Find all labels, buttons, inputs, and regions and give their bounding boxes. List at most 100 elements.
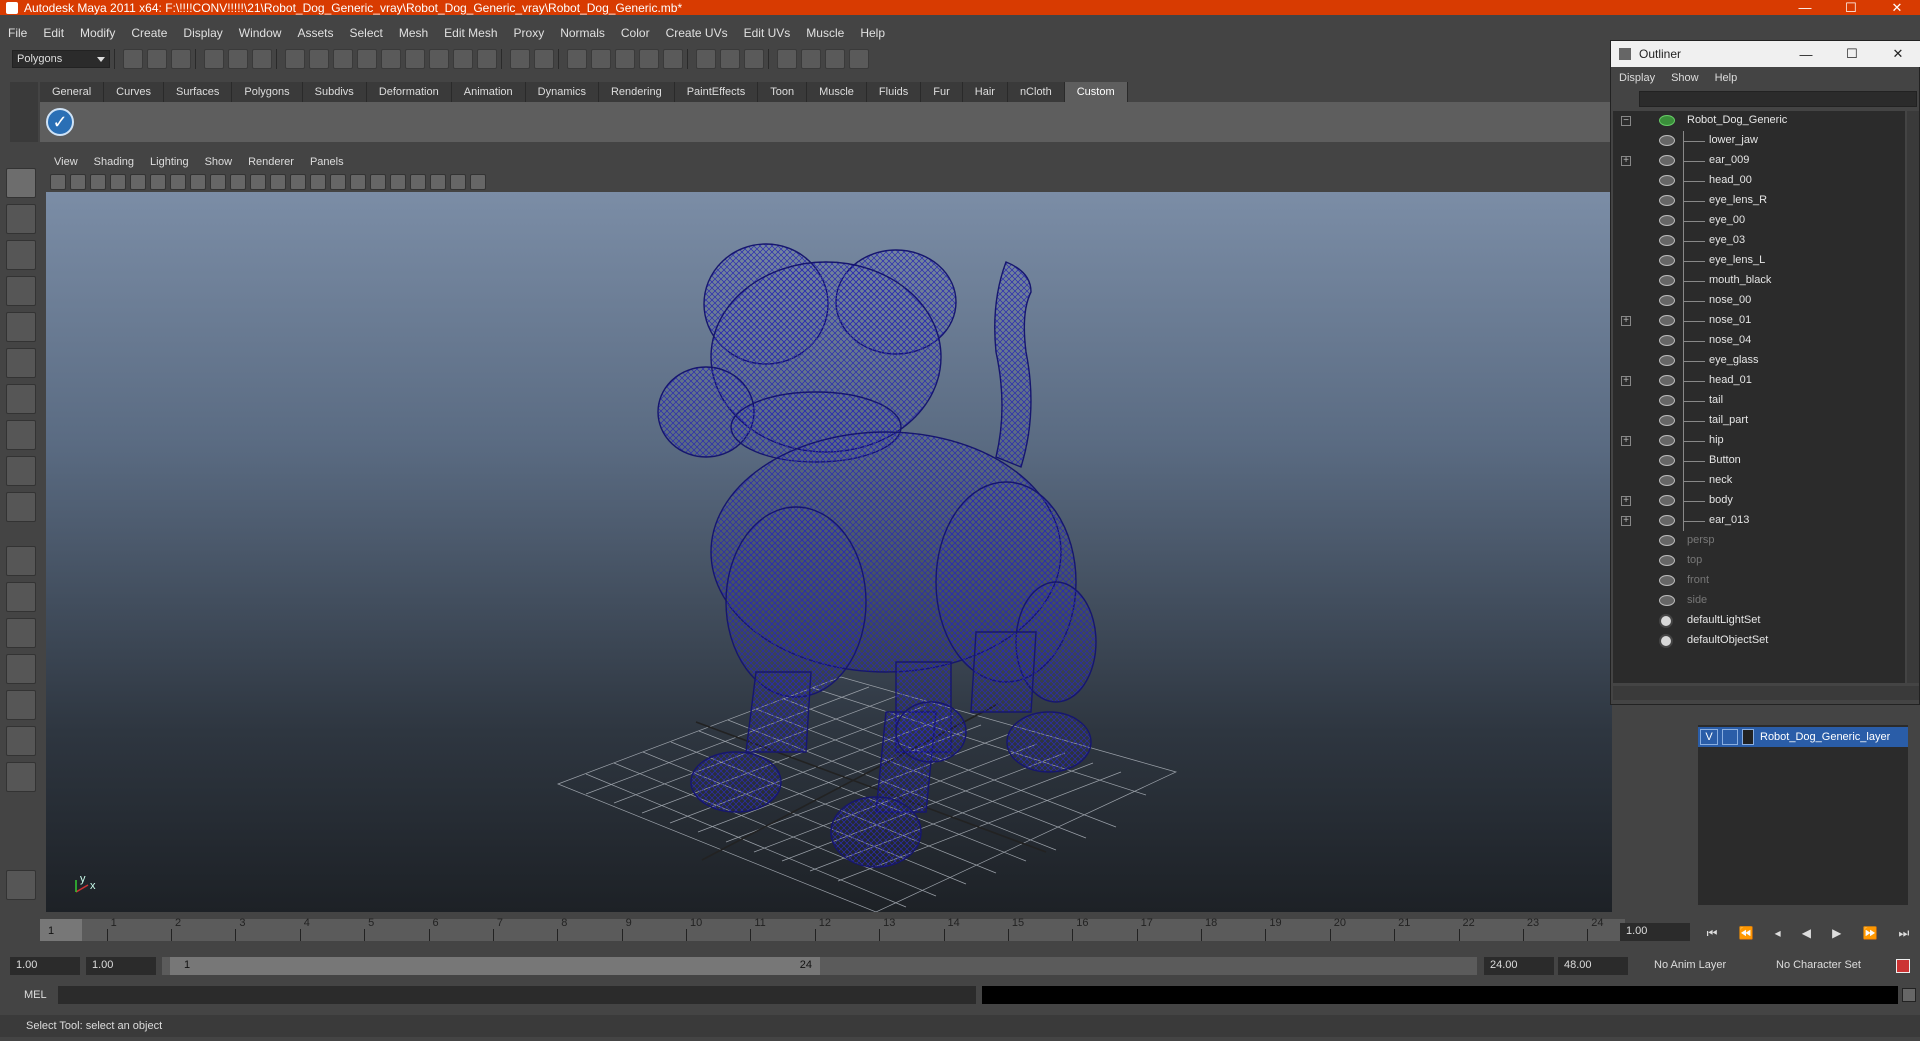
menu-modify[interactable]: Modify: [72, 26, 123, 40]
expand-icon[interactable]: +: [1621, 376, 1631, 386]
mask-handles-icon[interactable]: [285, 49, 305, 69]
layout-options-icon[interactable]: [6, 762, 36, 792]
shelf-menu-button[interactable]: [10, 82, 38, 142]
viewport-menu-panels[interactable]: Panels: [302, 156, 352, 168]
tab-animation[interactable]: Animation: [451, 82, 526, 102]
outliner-item[interactable]: head_00: [1613, 171, 1905, 191]
outliner-item[interactable]: tail: [1613, 391, 1905, 411]
render-view-icon[interactable]: [777, 49, 797, 69]
menu-window[interactable]: Window: [231, 26, 290, 40]
snap-point-icon[interactable]: [615, 49, 635, 69]
go-to-end-icon[interactable]: ⏭: [1899, 926, 1910, 941]
new-scene-icon[interactable]: [123, 49, 143, 69]
menu-create-uvs[interactable]: Create UVs: [658, 26, 736, 40]
current-time-field[interactable]: 1.00: [1620, 923, 1690, 941]
layer-visibility-toggle[interactable]: V: [1700, 729, 1718, 745]
menu-muscle[interactable]: Muscle: [798, 26, 852, 40]
input-output-icon[interactable]: [720, 49, 740, 69]
history-icon[interactable]: [696, 49, 716, 69]
make-live-icon[interactable]: [663, 49, 683, 69]
isolate-select-icon[interactable]: [410, 174, 426, 190]
ipr-render-icon[interactable]: [825, 49, 845, 69]
outliner-item[interactable]: + hip: [1613, 431, 1905, 451]
outliner-item-root[interactable]: − Robot_Dog_Generic: [1613, 111, 1905, 131]
menu-assets[interactable]: Assets: [289, 26, 341, 40]
all-lights-icon[interactable]: [370, 174, 386, 190]
mask-joints-icon[interactable]: [309, 49, 329, 69]
mask-misc-icon[interactable]: [453, 49, 473, 69]
wireframe-icon[interactable]: [270, 174, 286, 190]
outliner-item[interactable]: nose_04: [1613, 331, 1905, 351]
time-slider[interactable]: 1 1 2 3 4 5 6 7 8 9 10 11 12 13 14 15 16 17 18 19 20 21 22 23 2…: [10, 913, 1625, 949]
viewport-menu-renderer[interactable]: Renderer: [240, 156, 302, 168]
viewport-menu-lighting[interactable]: Lighting: [142, 156, 197, 168]
step-back-key-icon[interactable]: ⏪: [1739, 926, 1754, 940]
shadows-icon[interactable]: [390, 174, 406, 190]
layer-color-swatch[interactable]: [1742, 729, 1754, 745]
four-view-layout-icon[interactable]: [6, 582, 36, 612]
play-forwards-icon[interactable]: ▶: [1832, 926, 1841, 940]
gate-mask-icon[interactable]: [190, 174, 206, 190]
tab-rendering[interactable]: Rendering: [598, 82, 675, 102]
range-slider-handle[interactable]: 1 24: [170, 957, 820, 975]
film-gate-icon[interactable]: [150, 174, 166, 190]
render-current-frame-icon[interactable]: [801, 49, 821, 69]
checkmark-icon[interactable]: ✓: [46, 108, 74, 136]
menu-mesh[interactable]: Mesh: [391, 26, 436, 40]
outliner-vertical-scrollbar[interactable]: [1907, 111, 1919, 683]
outliner-item[interactable]: tail_part: [1613, 411, 1905, 431]
perspective-viewport[interactable]: x y: [46, 192, 1612, 912]
outliner-item[interactable]: eye_00: [1613, 211, 1905, 231]
select-camera-icon[interactable]: [50, 174, 66, 190]
tab-surfaces[interactable]: Surfaces: [163, 82, 233, 102]
mask-deformations-icon[interactable]: [381, 49, 401, 69]
select-by-hierarchy-icon[interactable]: [204, 49, 224, 69]
outliner-item[interactable]: + head_01: [1613, 371, 1905, 391]
smooth-shade-icon[interactable]: [290, 174, 306, 190]
safe-title-icon[interactable]: [250, 174, 266, 190]
outliner-item-set[interactable]: defaultObjectSet: [1613, 631, 1905, 651]
tab-subdivs[interactable]: Subdivs: [302, 82, 367, 102]
tab-painteffects[interactable]: PaintEffects: [674, 82, 759, 102]
minimize-button[interactable]: —: [1782, 0, 1828, 15]
open-scene-icon[interactable]: [147, 49, 167, 69]
close-button[interactable]: ✕: [1874, 0, 1920, 15]
outliner-item-set[interactable]: defaultLightSet: [1613, 611, 1905, 631]
mask-surfaces-icon[interactable]: [357, 49, 377, 69]
expand-icon[interactable]: +: [1621, 316, 1631, 326]
snap-curve-icon[interactable]: [591, 49, 611, 69]
menu-display[interactable]: Display: [175, 26, 230, 40]
select-tool-icon[interactable]: [6, 168, 36, 198]
highlight-selection-icon[interactable]: [534, 49, 554, 69]
maximize-button[interactable]: ☐: [1828, 0, 1874, 15]
character-set-select[interactable]: No Character Set: [1770, 957, 1890, 975]
playback-end-field[interactable]: 24.00: [1484, 957, 1554, 975]
tab-ncloth[interactable]: nCloth: [1007, 82, 1065, 102]
outliner-item[interactable]: lower_jaw: [1613, 131, 1905, 151]
outliner-item[interactable]: + body: [1613, 491, 1905, 511]
anim-layer-select[interactable]: No Anim Layer: [1648, 957, 1758, 975]
grid-toggle-icon[interactable]: [130, 174, 146, 190]
camera-attributes-icon[interactable]: [70, 174, 86, 190]
scale-tool-icon[interactable]: [6, 348, 36, 378]
default-light-icon[interactable]: [350, 174, 366, 190]
image-plane-icon[interactable]: [110, 174, 126, 190]
save-scene-icon[interactable]: [171, 49, 191, 69]
start-time-field[interactable]: 1.00: [10, 957, 80, 975]
tab-hair[interactable]: Hair: [962, 82, 1008, 102]
tab-muscle[interactable]: Muscle: [807, 82, 867, 102]
help-icon[interactable]: [477, 49, 497, 69]
script-editor-icon[interactable]: [1902, 988, 1916, 1002]
menu-create[interactable]: Create: [123, 26, 175, 40]
snap-view-plane-icon[interactable]: [639, 49, 659, 69]
select-by-component-icon[interactable]: [252, 49, 272, 69]
select-by-object-icon[interactable]: [228, 49, 248, 69]
outliner-item[interactable]: mouth_black: [1613, 271, 1905, 291]
expand-icon[interactable]: +: [1621, 436, 1631, 446]
tab-curves[interactable]: Curves: [104, 82, 164, 102]
expand-icon[interactable]: +: [1621, 156, 1631, 166]
viewport-menu-show[interactable]: Show: [197, 156, 241, 168]
soft-mod-tool-icon[interactable]: [6, 420, 36, 450]
outliner-item[interactable]: eye_lens_R: [1613, 191, 1905, 211]
outliner-minimize-button[interactable]: —: [1783, 47, 1829, 62]
